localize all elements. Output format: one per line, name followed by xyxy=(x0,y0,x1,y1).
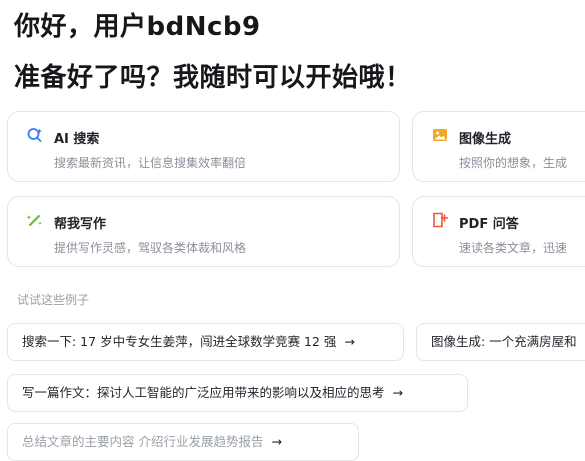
example-chip-text: 写一篇作文：探讨人工智能的广泛应用带来的影响以及相应的思考 xyxy=(22,385,385,400)
arrow-right-icon: → xyxy=(271,434,282,449)
pdf-qa-icon xyxy=(431,211,449,229)
ai-search-desc: 搜索最新资讯，让信息搜集效率翻倍 xyxy=(54,156,247,170)
image-generation-icon xyxy=(431,126,449,144)
greeting-title: 你好，用户bdNcb9 xyxy=(14,12,261,42)
writing-icon xyxy=(26,211,44,229)
examples-label: 试试这些例子 xyxy=(17,293,90,307)
pdf-qa-card[interactable]: PDF 问答 速读各类文章，迅速 xyxy=(412,196,585,267)
example-chip-text: 图像生成: 一个充满房屋和 xyxy=(431,334,577,349)
pdf-qa-desc: 速读各类文章，迅速 xyxy=(459,241,568,255)
ai-search-card[interactable]: AI 搜索 搜索最新资讯，让信息搜集效率翻倍 xyxy=(7,111,400,182)
writing-card[interactable]: 帮我写作 提供写作灵感，驾驭各类体裁和风格 xyxy=(7,196,400,267)
arrow-right-icon: → xyxy=(392,385,403,400)
greeting-subtitle: 准备好了吗？我随时可以开始哦！ xyxy=(14,63,412,93)
arrow-right-icon: → xyxy=(344,334,355,349)
ai-search-title: AI 搜索 xyxy=(54,132,100,147)
ai-search-icon xyxy=(26,126,44,144)
image-generation-card[interactable]: 图像生成 按照你的想象，生成 xyxy=(412,111,585,182)
example-chip-essay[interactable]: 写一篇作文：探讨人工智能的广泛应用带来的影响以及相应的思考 → xyxy=(7,374,468,412)
writing-desc: 提供写作灵感，驾驭各类体裁和风格 xyxy=(54,241,247,255)
example-chip-image[interactable]: 图像生成: 一个充满房屋和 xyxy=(416,323,585,361)
example-chip-summary[interactable]: 总结文章的主要内容 介绍行业发展趋势报告 → xyxy=(7,423,359,461)
image-generation-title: 图像生成 xyxy=(459,132,512,147)
example-chip-search[interactable]: 搜索一下: 17 岁中专女生姜萍，闯进全球数学竞赛 12 强 → xyxy=(7,323,404,361)
example-chip-text: 搜索一下: 17 岁中专女生姜萍，闯进全球数学竞赛 12 强 xyxy=(22,334,337,349)
writing-title: 帮我写作 xyxy=(54,217,107,232)
image-generation-desc: 按照你的想象，生成 xyxy=(459,156,568,170)
example-chip-text: 总结文章的主要内容 介绍行业发展趋势报告 xyxy=(22,434,264,449)
pdf-qa-title: PDF 问答 xyxy=(459,217,519,232)
